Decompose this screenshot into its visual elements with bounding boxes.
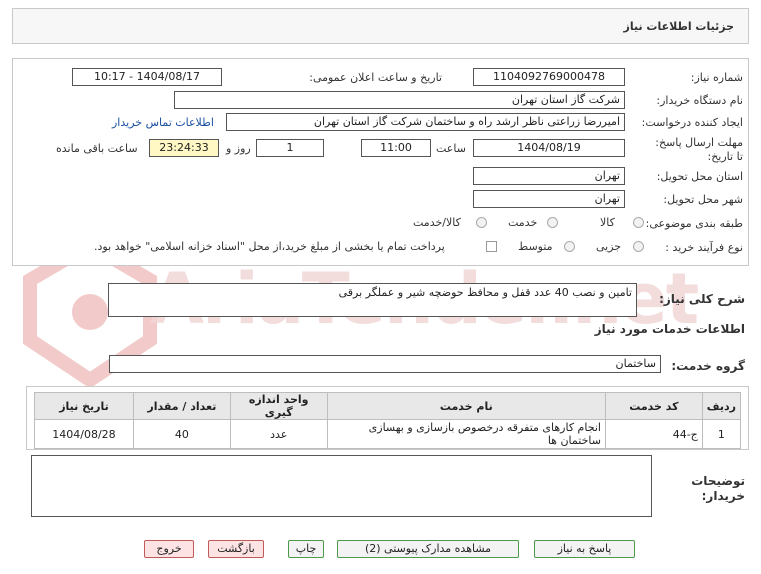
creator-field[interactable]: امیررضا زراعتی ناظر ارشد راه و ساختمان ش… bbox=[226, 113, 625, 131]
province-field[interactable]: تهران bbox=[473, 167, 625, 185]
service-group-field[interactable]: ساختمان bbox=[109, 355, 661, 373]
days-label: روز و bbox=[226, 142, 251, 155]
exit-button[interactable]: خروج bbox=[144, 540, 194, 558]
attachments-button[interactable]: مشاهده مدارک پیوستی (2) bbox=[337, 540, 519, 558]
col-date: تاریخ نیاز bbox=[34, 392, 134, 420]
category-goods-label: کالا bbox=[600, 216, 615, 229]
province-label: استان محل تحویل: bbox=[656, 170, 743, 183]
need-number-label: شماره نیاز: bbox=[690, 71, 743, 84]
services-table: ردیف کد خدمت نام خدمت واحد اندازه گیری ت… bbox=[34, 392, 742, 449]
col-qty: تعداد / مقدار bbox=[132, 392, 231, 420]
cell-qty: 40 bbox=[132, 419, 231, 449]
back-button[interactable]: بازگشت bbox=[208, 540, 264, 558]
cell-row: 1 bbox=[701, 419, 742, 449]
process-medium-radio[interactable] bbox=[564, 241, 575, 252]
reply-button[interactable]: پاسخ به نیاز bbox=[534, 540, 635, 558]
description-label: شرح کلی نیاز: bbox=[659, 292, 745, 306]
process-medium-label: متوسط bbox=[518, 240, 553, 253]
deadline-time-field[interactable]: 11:00 bbox=[361, 139, 431, 157]
notes-label: توضیحات خریدار: bbox=[691, 474, 745, 503]
info-panel bbox=[12, 58, 749, 266]
need-number-field[interactable]: 1104092769000478 bbox=[473, 68, 625, 86]
treasury-checkbox[interactable] bbox=[486, 241, 497, 252]
remaining-label: ساعت باقی مانده bbox=[56, 142, 138, 155]
deadline-label: مهلت ارسال پاسخ: تا تاریخ: bbox=[655, 136, 743, 163]
services-section-title: اطلاعات خدمات مورد نیاز bbox=[594, 322, 745, 336]
process-small-label: جزیی bbox=[596, 240, 622, 253]
category-label: طبقه بندی موضوعی: bbox=[645, 217, 743, 230]
category-both-radio[interactable] bbox=[476, 217, 487, 228]
category-goods-radio[interactable] bbox=[633, 217, 644, 228]
print-button[interactable]: چاپ bbox=[288, 540, 324, 558]
cell-unit: عدد bbox=[229, 419, 328, 449]
city-label: شهر محل تحویل: bbox=[663, 193, 743, 206]
time-label: ساعت bbox=[436, 142, 466, 155]
buyer-org-field[interactable]: شرکت گاز استان تهران bbox=[174, 91, 625, 109]
notes-field[interactable] bbox=[31, 455, 652, 517]
days-field[interactable]: 1 bbox=[256, 139, 324, 157]
announce-field[interactable]: 1404/08/17 - 10:17 bbox=[72, 68, 222, 86]
deadline-date-field[interactable]: 1404/08/19 bbox=[473, 139, 625, 157]
cell-code: ج-44 bbox=[604, 419, 703, 449]
table-row: 1 ج-44 انجام کارهای متفرقه درخصوص بازساز… bbox=[34, 419, 742, 449]
description-field[interactable]: تامین و نصب 40 عدد قفل و محافظ حوضچه شیر… bbox=[108, 283, 637, 317]
cell-name: انجام کارهای متفرقه درخصوص بازسازی و بهس… bbox=[326, 419, 606, 449]
process-small-radio[interactable] bbox=[633, 241, 644, 252]
col-name: نام خدمت bbox=[326, 392, 606, 420]
col-unit: واحد اندازه گیری bbox=[229, 392, 328, 420]
city-field[interactable]: تهران bbox=[473, 190, 625, 208]
category-service-label: خدمت bbox=[508, 216, 538, 229]
buyer-org-label: نام دستگاه خریدار: bbox=[656, 94, 743, 107]
category-both-label: کالا/خدمت bbox=[413, 216, 461, 229]
payment-note: پرداخت تمام یا بخشی از مبلغ خرید،از محل … bbox=[94, 240, 445, 253]
creator-label: ایجاد کننده درخواست: bbox=[641, 116, 743, 129]
contact-link[interactable]: اطلاعات تماس خریدار bbox=[112, 116, 214, 129]
col-row: ردیف bbox=[701, 392, 742, 420]
process-label: نوع فرآیند خرید : bbox=[665, 241, 743, 254]
cell-date: 1404/08/28 bbox=[34, 419, 134, 449]
page-title: جزئیات اطلاعات نیاز bbox=[623, 20, 735, 33]
remaining-time-field: 23:24:33 bbox=[149, 139, 219, 157]
announce-label: تاریخ و ساعت اعلان عمومی: bbox=[309, 71, 442, 84]
category-service-radio[interactable] bbox=[547, 217, 558, 228]
col-code: کد خدمت bbox=[604, 392, 703, 420]
header-panel: جزئیات اطلاعات نیاز bbox=[12, 8, 749, 44]
service-group-label: گروه خدمت: bbox=[671, 359, 745, 373]
